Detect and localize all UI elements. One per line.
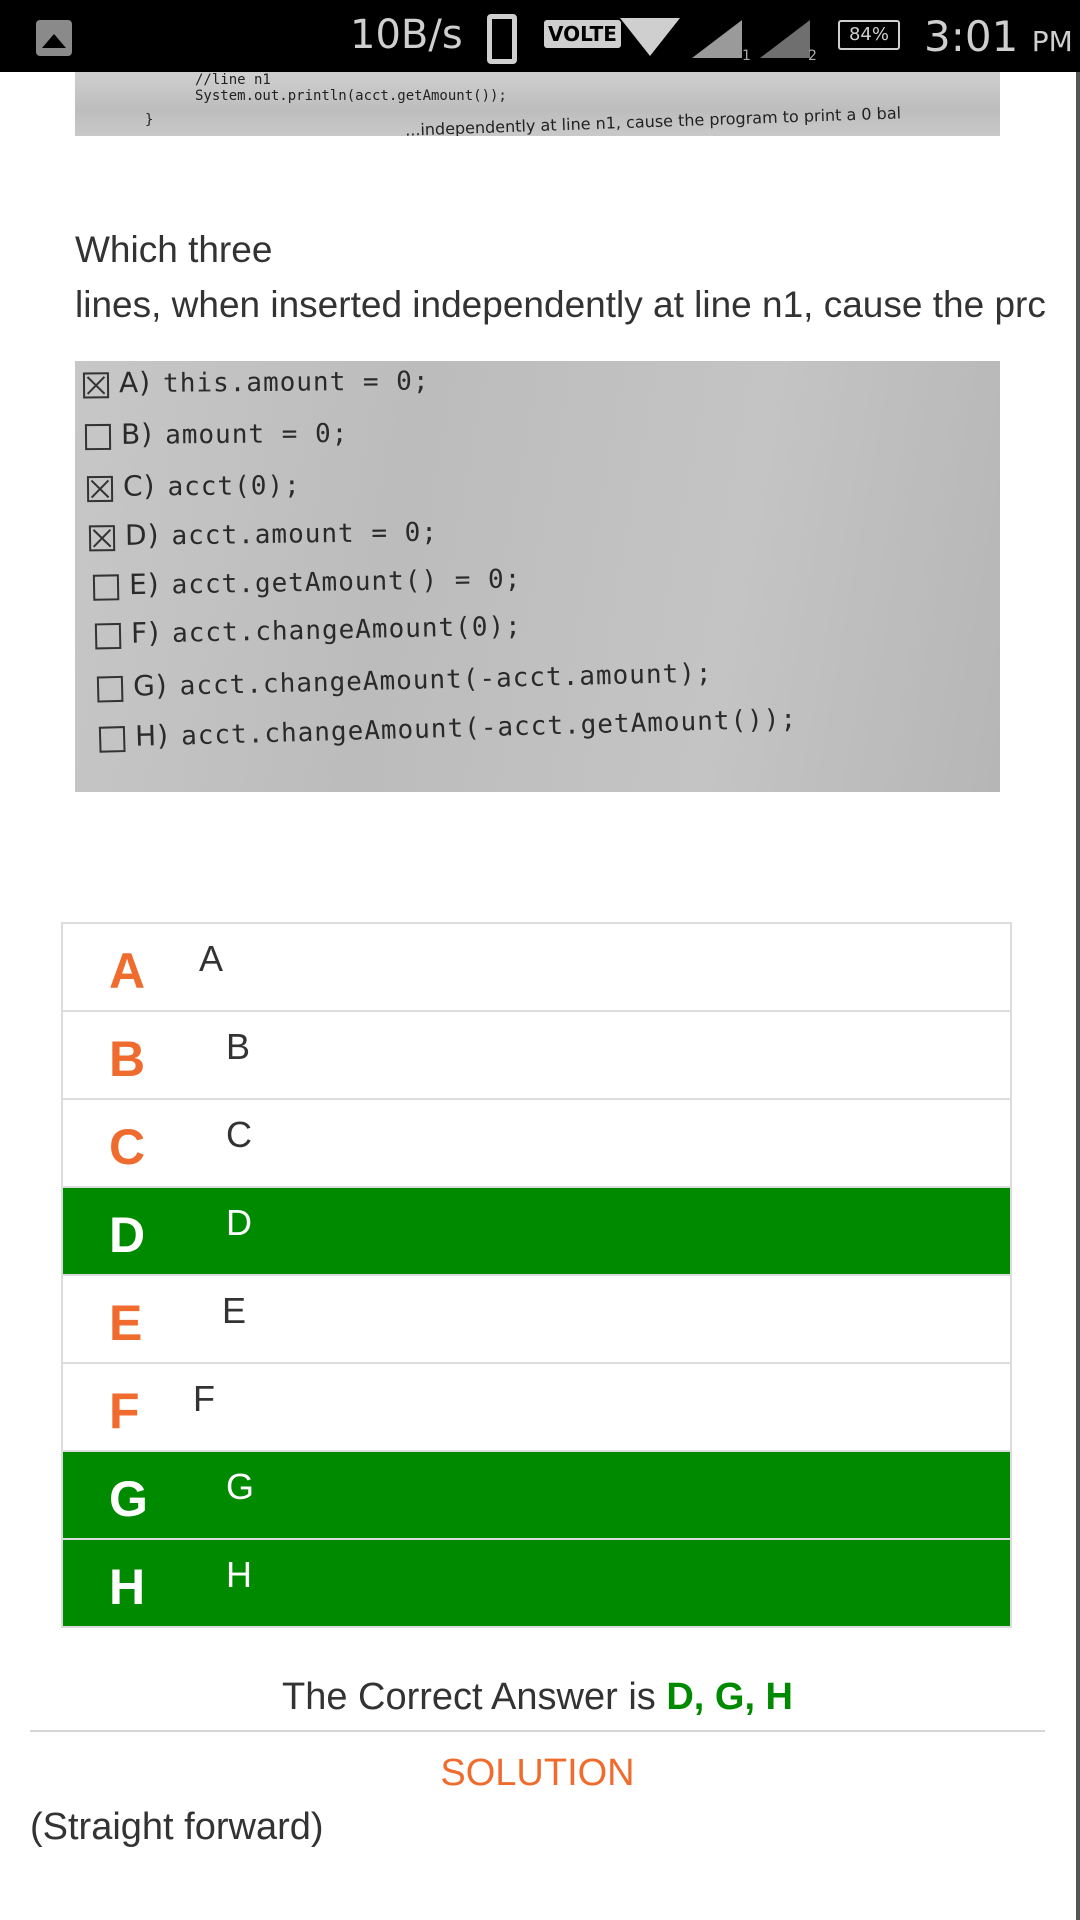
option-letter: E) <box>128 567 160 602</box>
option-code: acct.getAmount() = 0; <box>171 564 522 601</box>
answer-letter: F <box>109 1383 140 1439</box>
answer-text: A <box>199 938 224 979</box>
correct-answer-line: The Correct Answer is D, G, H <box>0 1676 1075 1719</box>
checkbox-icon <box>84 423 112 450</box>
solution-heading[interactable]: SOLUTION <box>0 1752 1075 1795</box>
option-code: acct.changeAmount(-acct.amount); <box>179 658 713 702</box>
answer-option-c[interactable]: CC <box>63 1100 1010 1188</box>
option-line: A) this.amount = 0; <box>82 363 430 400</box>
option-code: acct(0); <box>167 470 301 503</box>
battery-indicator: 84% <box>838 20 900 50</box>
code-caption: ...independently at line n1, cause the p… <box>404 103 902 136</box>
clock-ampm: PM <box>1031 25 1073 58</box>
answer-option-h[interactable]: HH <box>63 1540 1010 1626</box>
status-bar: 10B/s VOLTE 1 2 84% 3:01 PM <box>0 0 1080 72</box>
code-line: System.out.println(acct.getAmount()); <box>195 88 507 104</box>
question-line-2: lines, when inserted independently at li… <box>75 284 1046 325</box>
answer-text: G <box>226 1466 255 1507</box>
answer-letter: G <box>109 1471 148 1527</box>
option-letter: A) <box>118 365 152 400</box>
answer-text: F <box>193 1378 215 1419</box>
signal-icon-sim1 <box>692 20 742 58</box>
divider <box>30 1730 1045 1732</box>
answer-letter: C <box>109 1119 146 1175</box>
phone-icon <box>487 14 517 64</box>
option-code: acct.changeAmount(0); <box>171 611 523 649</box>
checkbox-icon <box>98 725 126 753</box>
volte-badge: VOLTE <box>544 20 621 48</box>
checked-box-icon <box>88 524 116 551</box>
answer-text: C <box>226 1114 252 1155</box>
sim1-label: 1 <box>742 48 751 64</box>
option-line: B) amount = 0; <box>84 416 349 451</box>
scrollbar[interactable] <box>1076 72 1080 1920</box>
option-line: C) acct(0); <box>86 468 301 503</box>
correct-answer-value: D, G, H <box>666 1676 794 1718</box>
checkbox-icon <box>96 675 124 703</box>
answer-letter: B <box>109 1031 146 1087</box>
options-image: A) this.amount = 0; B) amount = 0; C) acct(0)… <box>75 361 1000 792</box>
answer-text: H <box>226 1554 252 1595</box>
checkbox-icon <box>92 573 120 601</box>
option-letter: H) <box>134 718 170 753</box>
sim2-label: 2 <box>808 48 817 64</box>
code-line: //line n1 <box>195 72 271 88</box>
answer-option-a[interactable]: AA <box>63 924 1010 1012</box>
answer-letter: A <box>109 943 146 999</box>
network-speed: 10B/s <box>350 12 463 58</box>
gallery-icon <box>36 20 72 56</box>
wifi-icon <box>620 18 680 56</box>
answer-option-b[interactable]: BB <box>63 1012 1010 1100</box>
answer-text: E <box>222 1290 247 1331</box>
option-letter: B) <box>120 417 154 451</box>
answer-text: B <box>226 1026 251 1067</box>
question-line-1: Which three <box>75 229 273 270</box>
option-line: E) acct.getAmount() = 0; <box>92 561 522 602</box>
option-letter: C) <box>122 469 156 503</box>
solution-text: (Straight forward) <box>30 1806 324 1848</box>
checkbox-icon <box>94 622 122 649</box>
option-code: acct.amount = 0; <box>171 517 439 552</box>
signal-icon-sim2 <box>760 20 810 58</box>
checked-box-icon <box>86 475 114 502</box>
option-letter: G) <box>132 668 169 703</box>
option-code: amount = 0; <box>165 418 349 451</box>
answer-option-f[interactable]: FF <box>63 1364 1010 1452</box>
answer-option-g[interactable]: GG <box>63 1452 1010 1540</box>
answer-text: D <box>226 1202 252 1243</box>
answer-letter: D <box>109 1207 146 1263</box>
option-letter: D) <box>124 518 160 552</box>
option-line: G) acct.changeAmount(-acct.amount); <box>96 655 713 703</box>
correct-answer-prefix: The Correct Answer is <box>281 1676 667 1718</box>
option-line: F) acct.changeAmount(0); <box>94 609 523 651</box>
code-snippet-image: //line n1 System.out.println(acct.getAmo… <box>75 72 1000 136</box>
answer-table: AABBCCDDEEFFGGHH <box>61 922 1012 1628</box>
code-brace: } <box>145 112 154 128</box>
question-text: Which three lines, when inserted indepen… <box>75 222 1080 332</box>
clock-time: 3:01 <box>924 12 1019 61</box>
option-line: D) acct.amount = 0; <box>88 515 439 553</box>
checked-box-icon <box>82 371 110 399</box>
answer-letter: H <box>109 1559 146 1615</box>
clock: 3:01 PM <box>924 12 1073 61</box>
answer-letter: E <box>109 1295 143 1351</box>
option-letter: F) <box>130 616 161 650</box>
answer-option-d[interactable]: DD <box>63 1188 1010 1276</box>
option-code: this.amount = 0; <box>162 366 430 399</box>
answer-option-e[interactable]: EE <box>63 1276 1010 1364</box>
option-line: H) acct.changeAmount(-acct.getAmount()); <box>98 701 798 753</box>
option-code: acct.changeAmount(-acct.getAmount()); <box>180 704 798 752</box>
